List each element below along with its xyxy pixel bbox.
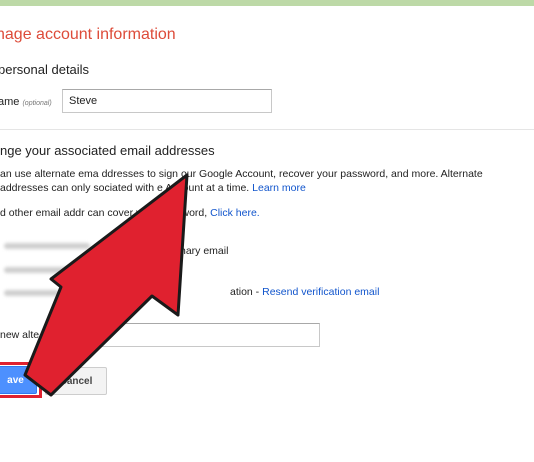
pointer-arrow-icon [23, 173, 189, 397]
